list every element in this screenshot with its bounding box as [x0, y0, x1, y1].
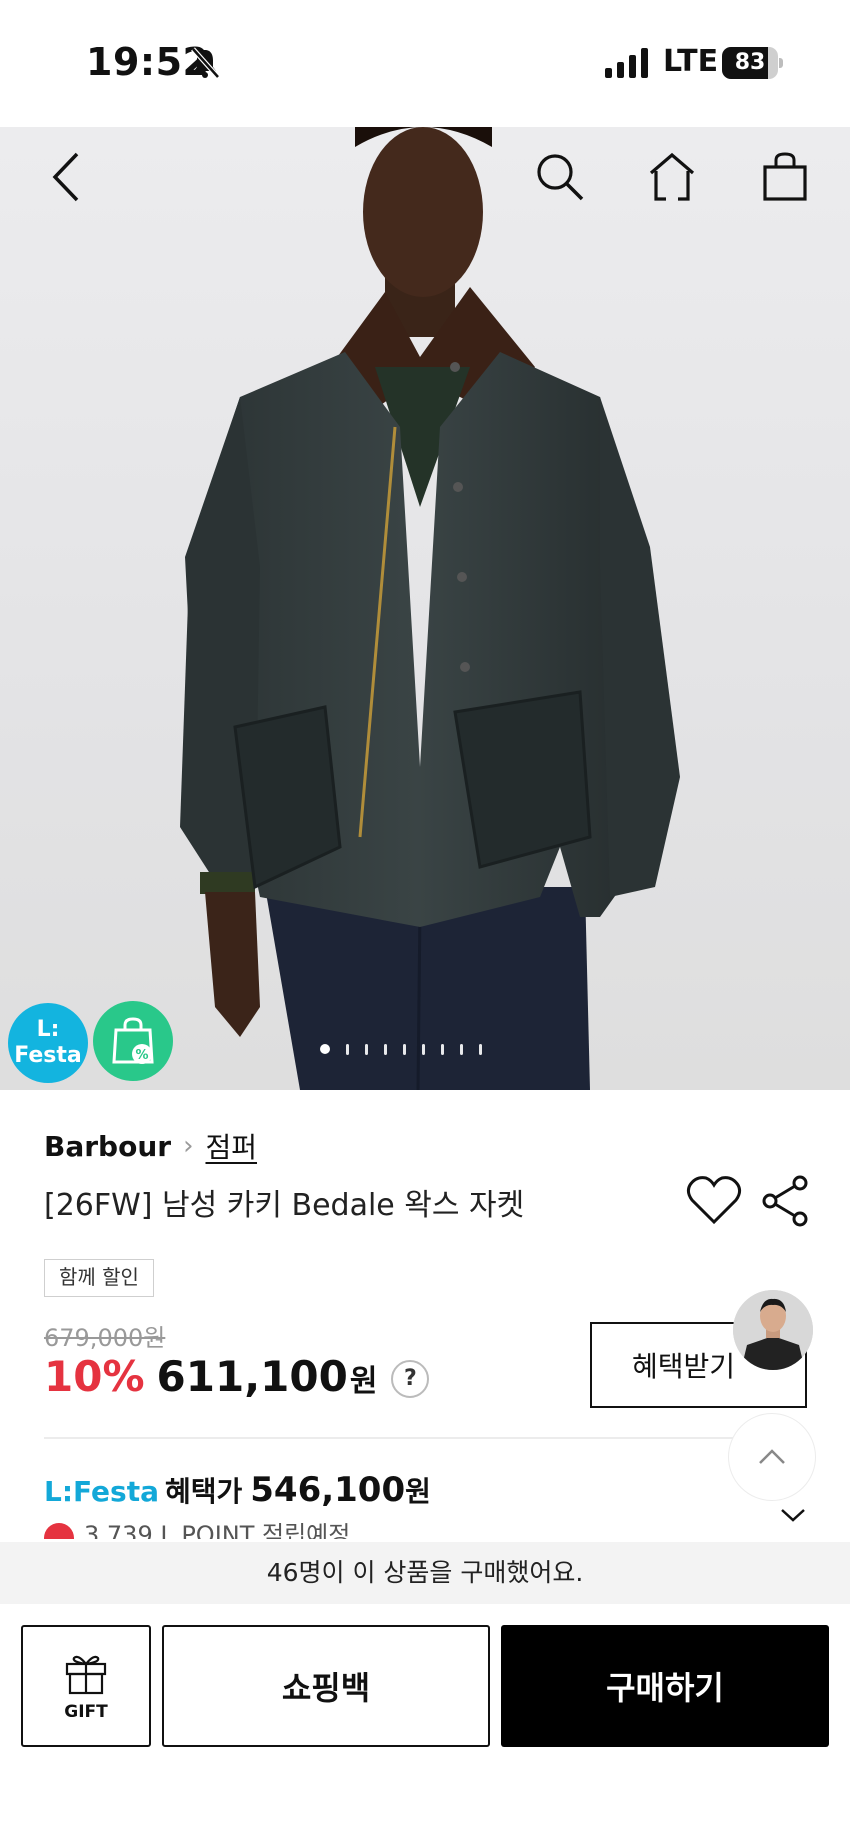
pager-dot[interactable]	[441, 1043, 444, 1055]
benefit-button-label: 혜택받기	[632, 1350, 736, 1383]
divider	[44, 1437, 806, 1439]
festa-badge-line2: Festa	[14, 1043, 82, 1068]
purchase-count-notice: 46명이 이 상품을 구매했어요.	[0, 1542, 850, 1604]
point-icon	[44, 1523, 74, 1539]
signal-icon	[605, 48, 648, 78]
product-photo	[180, 127, 680, 1090]
point-row: 3,739 L.POINT 적립예정	[44, 1523, 464, 1539]
buy-button-label: 구매하기	[606, 1669, 724, 1707]
festa-price-unit: 원	[405, 1475, 431, 1508]
bottom-action-bar: GIFT 쇼핑백 구매하기	[0, 1604, 850, 1842]
festa-price-row: L:Festa 혜택가 546,100 원	[44, 1470, 431, 1510]
sale-price: 611,100	[156, 1352, 348, 1401]
avatar[interactable]	[733, 1290, 813, 1370]
shopping-bag-icon	[763, 152, 807, 201]
pager-dot[interactable]	[365, 1043, 368, 1055]
heart-icon[interactable]	[686, 1174, 742, 1226]
search-button[interactable]	[530, 147, 590, 207]
festa-benefit-text: 혜택가	[164, 1475, 243, 1508]
gift-button[interactable]: GIFT	[21, 1625, 151, 1747]
search-icon	[537, 154, 584, 201]
pager-dot-active[interactable]	[320, 1044, 330, 1054]
coupon-bag-icon: %	[112, 1017, 154, 1064]
price-row: 10% 611,100 원 ?	[44, 1352, 430, 1404]
carousel-pager	[320, 1043, 482, 1055]
pager-dot[interactable]	[460, 1043, 463, 1055]
breadcrumb: Barbour › 점퍼	[44, 1126, 257, 1166]
scroll-top-button[interactable]	[728, 1413, 816, 1501]
gift-label: GIFT	[64, 1702, 108, 1722]
back-button[interactable]	[36, 147, 96, 207]
cart-button-label: 쇼핑백	[281, 1669, 371, 1707]
share-icon[interactable]	[760, 1174, 810, 1228]
status-bar: 19:52 LTE 83	[0, 0, 850, 127]
price-unit: 원	[349, 1364, 378, 1399]
svg-text:%: %	[135, 1048, 148, 1063]
back-arrow-icon	[52, 152, 79, 202]
product-title: [26FW] 남성 카키 Bedale 왁스 자켓	[44, 1188, 525, 1223]
battery-indicator: 83	[722, 47, 784, 79]
pager-dot[interactable]	[346, 1043, 349, 1055]
home-icon	[649, 152, 695, 201]
product-image-carousel[interactable]: L: Festa %	[0, 127, 850, 1090]
battery-percent: 83	[734, 50, 766, 75]
pager-dot[interactable]	[384, 1043, 387, 1055]
gift-icon	[65, 1655, 107, 1695]
brand-link[interactable]: Barbour	[44, 1130, 171, 1163]
pager-dot[interactable]	[422, 1043, 425, 1055]
chevron-down-icon[interactable]	[778, 1502, 808, 1526]
network-label: LTE	[663, 44, 719, 79]
chevron-right-icon: ›	[183, 1131, 194, 1161]
category-link[interactable]: 점퍼	[205, 1126, 257, 1166]
bell-slash-icon	[191, 47, 220, 79]
price-help-icon[interactable]: ?	[391, 1359, 430, 1398]
chevron-up-icon	[759, 1449, 785, 1464]
festa-badge-line1: L:	[36, 1017, 60, 1042]
home-button[interactable]	[642, 147, 702, 207]
coupon-badge[interactable]: %	[93, 1001, 173, 1081]
discount-tag: 함께 할인	[44, 1259, 154, 1297]
shopping-bag-button[interactable]	[755, 147, 815, 207]
discount-rate: 10%	[44, 1352, 145, 1401]
add-to-cart-button[interactable]: 쇼핑백	[162, 1625, 490, 1747]
buy-now-button[interactable]: 구매하기	[501, 1625, 829, 1747]
festa-label: L:Festa	[44, 1475, 159, 1508]
pager-dot[interactable]	[479, 1043, 482, 1055]
point-text: 3,739 L.POINT 적립예정	[84, 1523, 351, 1539]
festa-badge[interactable]: L: Festa	[8, 1003, 88, 1083]
pager-dot[interactable]	[403, 1043, 406, 1055]
festa-price: 546,100	[250, 1470, 406, 1510]
original-price: 679,000원	[44, 1324, 166, 1352]
